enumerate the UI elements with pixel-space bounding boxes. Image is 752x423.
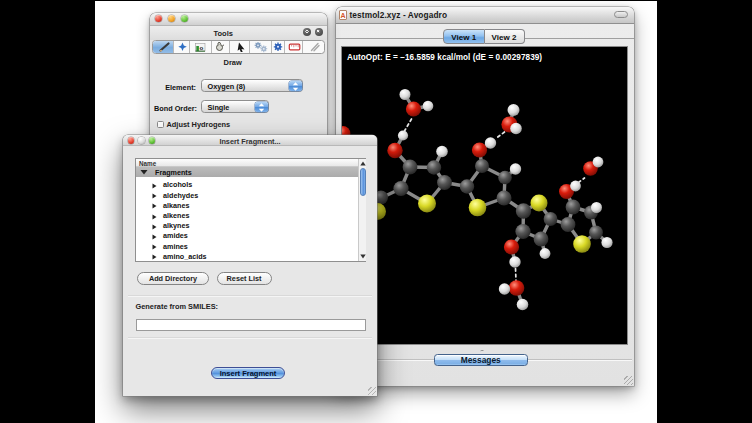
svg-text:o: o bbox=[199, 44, 203, 51]
